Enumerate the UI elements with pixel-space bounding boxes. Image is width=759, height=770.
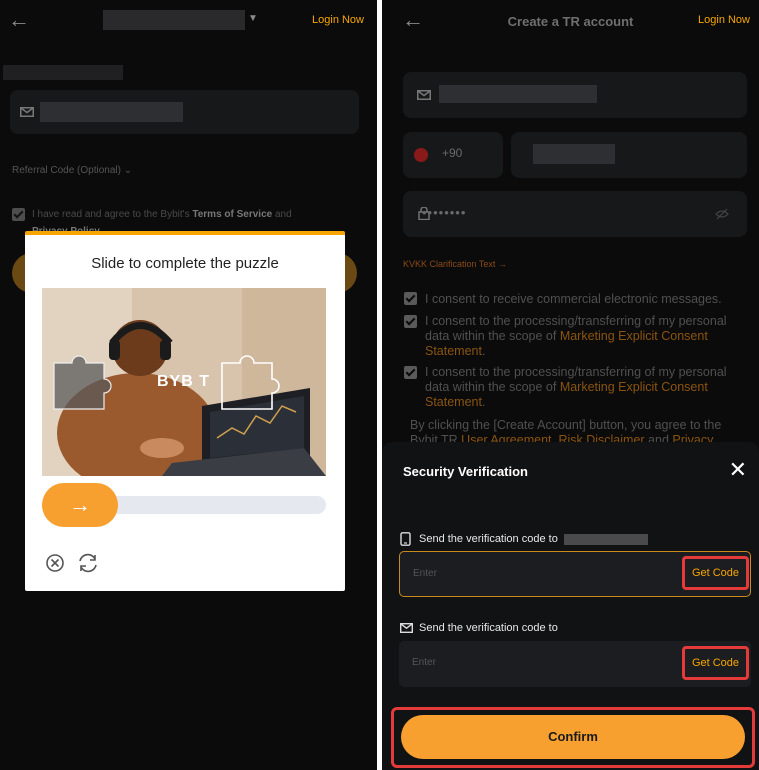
- consent-checkbox-2[interactable]: [404, 315, 417, 328]
- redacted-phone: [533, 144, 615, 164]
- email-code-placeholder: Enter: [412, 657, 436, 668]
- redacted-phone-target: [564, 534, 648, 545]
- confirm-highlight: Confirm: [391, 707, 755, 768]
- brand-watermark: BYB T: [157, 373, 210, 390]
- confirm-button[interactable]: Confirm: [401, 715, 745, 759]
- close-circle-icon[interactable]: [45, 553, 65, 573]
- eye-off-icon[interactable]: [715, 208, 729, 220]
- slider-handle[interactable]: →: [42, 483, 118, 527]
- consent-1-text: I consent to receive commercial electron…: [425, 292, 722, 306]
- login-now-link[interactable]: Login Now: [312, 14, 364, 26]
- agreement-and: and: [272, 209, 292, 220]
- email-field[interactable]: [403, 72, 747, 118]
- redacted-email: [40, 102, 183, 122]
- terms-of-service-link[interactable]: Terms of Service: [192, 209, 272, 220]
- mail-icon: [400, 623, 413, 633]
- consent-checkbox-1[interactable]: [404, 292, 417, 305]
- sheet-title: Security Verification: [403, 464, 528, 479]
- phone-number-field[interactable]: [511, 132, 747, 178]
- redacted-region-selector[interactable]: [103, 10, 245, 30]
- dropdown-caret-icon[interactable]: ▼: [248, 13, 258, 24]
- email-verification-label: Send the verification code to: [419, 622, 558, 634]
- back-arrow-icon[interactable]: ←: [8, 9, 30, 31]
- phone-icon: [400, 532, 411, 546]
- puzzle-captcha-modal: Slide to complete the puzzle BYB T →: [25, 231, 345, 591]
- consent-3-end: .: [481, 395, 486, 409]
- kvkk-link[interactable]: KVKK Clarification Text →: [403, 259, 507, 269]
- consent-2-end: .: [481, 344, 486, 358]
- email-field[interactable]: [10, 90, 359, 134]
- email-get-code-button[interactable]: Get Code: [682, 646, 749, 680]
- consent-text-1: I consent to receive commercial electron…: [425, 292, 750, 307]
- redacted-heading: [3, 65, 123, 80]
- close-icon[interactable]: ✕: [729, 459, 747, 481]
- phone-code-placeholder: Enter: [413, 568, 437, 579]
- puzzle-image: BYB T: [42, 288, 326, 476]
- consent-checkbox-3[interactable]: [404, 366, 417, 379]
- turkey-flag-icon: [414, 148, 428, 162]
- mail-icon: [20, 107, 34, 117]
- arrow-right-icon: →: [497, 259, 507, 269]
- security-verification-sheet: Security Verification ✕ Send the verific…: [382, 442, 759, 770]
- login-now-link[interactable]: Login Now: [698, 14, 750, 26]
- registration-screen-left: ← ▼ Login Now Referral Code (Optional) ⌄…: [0, 0, 377, 770]
- consent-text-3: I consent to the processing/transferring…: [425, 365, 750, 410]
- referral-code-toggle[interactable]: Referral Code (Optional) ⌄: [12, 165, 132, 176]
- puzzle-title: Slide to complete the puzzle: [91, 255, 279, 272]
- mail-icon: [417, 90, 431, 100]
- password-mask: ••••••••: [422, 205, 467, 220]
- refresh-icon[interactable]: [76, 552, 100, 574]
- phone-verification-label: Send the verification code to: [419, 533, 558, 545]
- agreement-checkbox[interactable]: [12, 208, 25, 221]
- kvkk-label: KVKK Clarification Text: [403, 259, 496, 269]
- referral-label: Referral Code (Optional): [12, 165, 121, 176]
- phone-get-code-button[interactable]: Get Code: [682, 556, 749, 590]
- chevron-down-icon: ⌄: [123, 165, 133, 176]
- registration-screen-right: ← Create a TR account Login Now +90 ••••…: [382, 0, 759, 770]
- redacted-email: [439, 85, 597, 103]
- phone-country-code: +90: [442, 146, 463, 160]
- consent-text-2: I consent to the processing/transferring…: [425, 314, 750, 359]
- agreement-prefix: I have read and agree to the Bybit's: [32, 209, 193, 220]
- arrow-right-icon: →: [69, 492, 91, 517]
